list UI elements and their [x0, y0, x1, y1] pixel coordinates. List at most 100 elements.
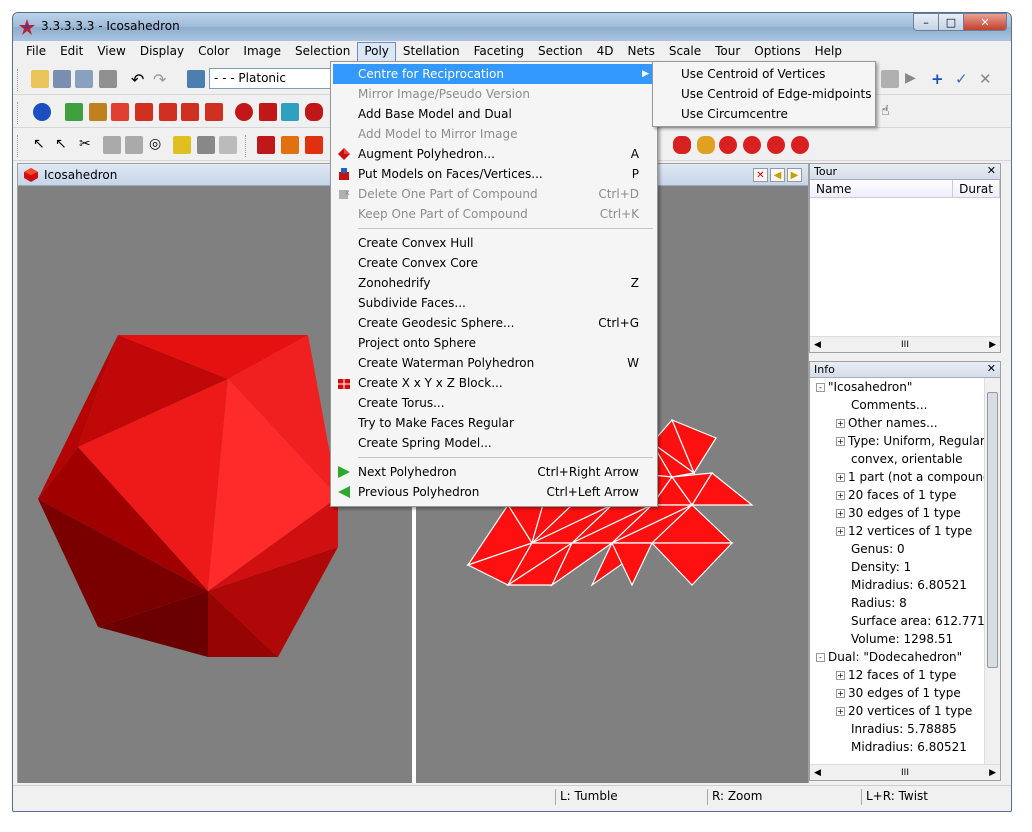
add-step-icon[interactable]: +: [931, 70, 949, 88]
open-icon[interactable]: [31, 70, 49, 88]
toolbar-grip[interactable]: [17, 102, 20, 124]
model-1-icon[interactable]: [673, 136, 691, 154]
info-tree-row[interactable]: + Other names...: [810, 414, 984, 432]
info-tree-row[interactable]: Comments...: [810, 396, 984, 414]
grid4-icon[interactable]: [205, 103, 223, 121]
info-tree-row[interactable]: +1 part (not a compound): [810, 468, 984, 486]
info-tree-row[interactable]: Density: 1: [810, 558, 984, 576]
menu-item-centre-for-reciprocation[interactable]: Centre for Reciprocation ▶: [333, 64, 655, 84]
maximize-button[interactable]: □: [938, 13, 964, 31]
toolbar-grip[interactable]: [17, 69, 20, 91]
compound-icon[interactable]: [281, 103, 299, 121]
info-tree-row[interactable]: +20 vertices of 1 type: [810, 702, 984, 720]
remove-step-icon[interactable]: ✕: [979, 70, 997, 88]
info-tree-row[interactable]: - Dual: "Dodecahedron": [810, 648, 984, 666]
menu-4d[interactable]: 4D: [590, 42, 621, 62]
menu-item-zonohedrify[interactable]: Zonohedrify Z: [333, 273, 655, 293]
undo-icon[interactable]: ↶: [131, 70, 149, 89]
menu-section[interactable]: Section: [531, 42, 590, 62]
expand-icon[interactable]: +: [836, 419, 845, 428]
grid3-icon[interactable]: [181, 103, 199, 121]
model-category-combo[interactable]: - - - Platonic: [209, 68, 333, 89]
scroll-thumb[interactable]: [987, 392, 998, 668]
menu-file[interactable]: File: [19, 42, 53, 62]
menu-scale[interactable]: Scale: [662, 42, 708, 62]
menu-item-previous-polyhedron[interactable]: Previous Polyhedron Ctrl+Left Arrow: [333, 482, 655, 502]
collapse-icon[interactable]: -: [816, 383, 825, 392]
hand-icon[interactable]: ☝: [881, 103, 899, 121]
menu-item-create-torus[interactable]: Create Torus...: [333, 393, 655, 413]
menu-item-subdivide-faces[interactable]: Subdivide Faces...: [333, 293, 655, 313]
menu-stellation[interactable]: Stellation: [396, 42, 467, 62]
info-tree[interactable]: - "Icosahedron" Comments... + Other names...…: [810, 378, 984, 764]
menu-image[interactable]: Image: [236, 42, 288, 62]
info-tree-row[interactable]: - "Icosahedron": [810, 378, 984, 396]
menu-item-create-convex-hull[interactable]: Create Convex Hull: [333, 233, 655, 253]
column-name[interactable]: Name: [810, 180, 954, 197]
palette-icon[interactable]: ◎: [149, 136, 167, 154]
menu-item-create-geodesic-sphere[interactable]: Create Geodesic Sphere... Ctrl+G: [333, 313, 655, 333]
info-tree-row[interactable]: +30 edges of 1 type: [810, 684, 984, 702]
dodeca-icon[interactable]: [305, 103, 323, 121]
close-button[interactable]: ✕: [963, 13, 1007, 31]
menu-item-project-onto-sphere[interactable]: Project onto Sphere: [333, 333, 655, 353]
expand-icon[interactable]: +: [836, 509, 845, 518]
menu-options[interactable]: Options: [747, 42, 807, 62]
tour-hscrollbar[interactable]: ◀ III ▶: [810, 336, 1000, 352]
minimize-button[interactable]: –: [913, 13, 939, 31]
scroll-left-icon[interactable]: ◀: [814, 768, 821, 778]
grid-icon[interactable]: [135, 103, 153, 121]
info-tree-row[interactable]: Volume: 1298.51: [810, 630, 984, 648]
menu-item-add-base-model-and-dual[interactable]: Add Base Model and Dual: [333, 104, 655, 124]
octa-icon[interactable]: [305, 136, 323, 154]
scroll-left-icon[interactable]: ◀: [814, 340, 821, 350]
info-hscrollbar[interactable]: ◀ III ▶: [810, 764, 1000, 780]
print-icon[interactable]: [99, 70, 117, 88]
column-duration[interactable]: Durat: [953, 180, 1000, 197]
expand-icon[interactable]: +: [836, 437, 845, 446]
tetra-icon[interactable]: [281, 136, 299, 154]
info-tree-row[interactable]: +20 faces of 1 type: [810, 486, 984, 504]
link-icon[interactable]: [125, 136, 143, 154]
expand-icon[interactable]: +: [836, 527, 845, 536]
info-tree-row[interactable]: Genus: 0: [810, 540, 984, 558]
submenu-centroid-vertices[interactable]: Use Centroid of Vertices: [655, 64, 873, 84]
save-tour-icon[interactable]: [881, 70, 899, 88]
info-tree-row[interactable]: Surface area: 612.771: [810, 612, 984, 630]
library-icon[interactable]: [187, 70, 205, 88]
save-as-icon[interactable]: [75, 70, 93, 88]
menu-nets[interactable]: Nets: [621, 42, 662, 62]
menu-view[interactable]: View: [90, 42, 132, 62]
next-model-icon[interactable]: ▶: [787, 168, 802, 182]
info-tree-row[interactable]: +12 faces of 1 type: [810, 666, 984, 684]
expand-icon[interactable]: +: [836, 707, 845, 716]
info-tree-row[interactable]: Midradius: 6.80521: [810, 738, 984, 756]
facet-icon[interactable]: [259, 103, 277, 121]
info-tree-row[interactable]: convex, orientable: [810, 450, 984, 468]
menu-item-put-models-on-faces-vertices[interactable]: Put Models on Faces/Vertices... P: [333, 164, 655, 184]
info-tree-row[interactable]: Radius: 8: [810, 594, 984, 612]
menu-item-augment-polyhedron[interactable]: Augment Polyhedron... A: [333, 144, 655, 164]
expand-icon[interactable]: +: [836, 491, 845, 500]
info-tree-row[interactable]: Midradius: 6.80521: [810, 576, 984, 594]
info-vscrollbar[interactable]: [984, 378, 1000, 764]
scissors-icon[interactable]: ✂: [79, 136, 97, 154]
menu-help[interactable]: Help: [808, 42, 849, 62]
info-icon[interactable]: [33, 103, 51, 121]
scroll-right-icon[interactable]: ▶: [989, 340, 996, 350]
face-icon[interactable]: [173, 136, 191, 154]
info-close-icon[interactable]: ✕: [987, 362, 996, 375]
cube-select-icon[interactable]: [257, 136, 275, 154]
3d-icon[interactable]: [219, 136, 237, 154]
measure-icon[interactable]: [103, 136, 121, 154]
spiral-icon[interactable]: [197, 136, 215, 154]
stellate-icon[interactable]: [235, 103, 253, 121]
menu-poly[interactable]: Poly: [357, 42, 396, 62]
rainbow-icon[interactable]: [111, 103, 129, 121]
play-icon[interactable]: ▶: [905, 70, 923, 88]
pointer-icon[interactable]: ↖: [33, 136, 51, 154]
model-2-icon[interactable]: [697, 136, 715, 154]
viewer-close-icon[interactable]: ✕: [753, 168, 768, 182]
menu-tour[interactable]: Tour: [708, 42, 747, 62]
toolbar-grip[interactable]: [245, 135, 248, 157]
